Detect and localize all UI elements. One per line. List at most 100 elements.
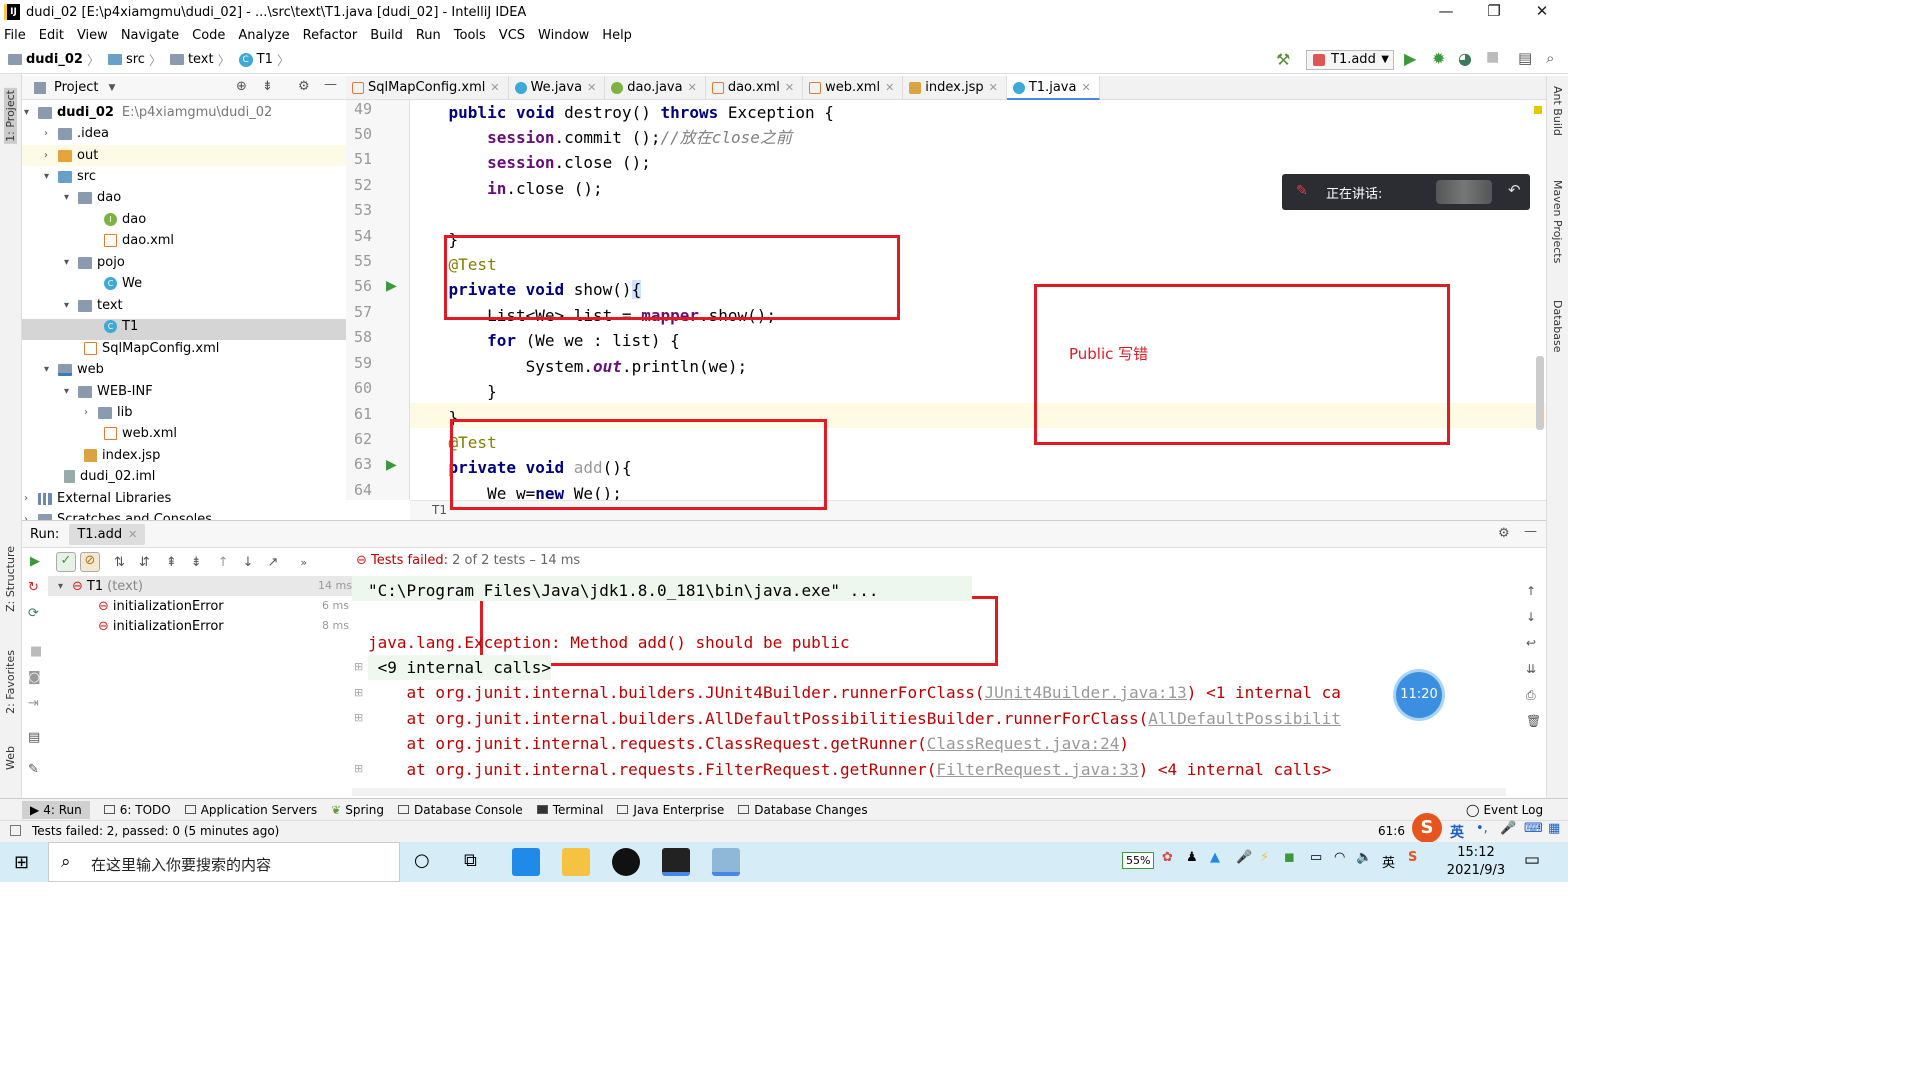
tree-item-dudi_02[interactable]: ▾ dudi_02 E:\p4xiamgmu\dudi_02: [24, 102, 272, 123]
tool-database-console[interactable]: Database Console: [397, 803, 523, 817]
tool-spring[interactable]: ❦ Spring: [331, 803, 384, 817]
collapse-all-icon[interactable]: ⇟: [262, 79, 273, 94]
notepad-app-icon[interactable]: [712, 848, 740, 876]
menu-help[interactable]: Help: [602, 28, 632, 43]
tab-t1-java[interactable]: T1.java ✕: [1006, 76, 1100, 100]
console-output[interactable]: "C:\Program Files\Java\jdk1.8.0_181\bin\…: [352, 576, 1506, 798]
print-icon[interactable]: ⎙: [1526, 688, 1536, 702]
hide-panel-icon[interactable]: —: [324, 77, 337, 92]
run-test-gutter-icon[interactable]: ▶: [386, 457, 397, 473]
tool-database-changes[interactable]: Database Changes: [738, 803, 868, 817]
editor-breadcrumb[interactable]: T1: [432, 503, 447, 517]
tree-item-web-inf[interactable]: ▾ WEB-INF: [64, 381, 153, 402]
close-tab-icon[interactable]: ✕: [989, 81, 998, 94]
close-tab-icon[interactable]: ✕: [128, 528, 137, 541]
menu-tools[interactable]: Tools: [454, 28, 486, 43]
coverage-icon[interactable]: ◕: [1458, 49, 1472, 68]
debug-bug-icon[interactable]: ✹: [1432, 49, 1445, 68]
wifi-icon[interactable]: ◠: [1334, 850, 1345, 865]
project-panel-title[interactable]: Project: [54, 80, 98, 95]
breadcrumb-project[interactable]: dudi_02 〉: [8, 50, 100, 69]
tool-todo[interactable]: 6: TODO: [103, 803, 171, 817]
run-tab-t1-add[interactable]: T1.add ✕: [69, 523, 146, 545]
tree-item-index-jsp[interactable]: index.jsp: [84, 445, 160, 466]
close-tab-icon[interactable]: ✕: [785, 81, 794, 94]
tray-feishu-icon[interactable]: ▲: [1210, 850, 1220, 865]
console-horizontal-scrollbar[interactable]: [352, 788, 1506, 796]
sogou-ime-icon[interactable]: S: [1412, 813, 1442, 843]
expand-icon[interactable]: ⊞: [354, 660, 363, 673]
expand-icon[interactable]: ⊞: [354, 711, 363, 724]
caret-position[interactable]: 61:6: [1378, 824, 1405, 838]
tray-battery-icon[interactable]: ▭: [1310, 850, 1322, 865]
console-line-internal-calls[interactable]: <9 internal calls>: [368, 655, 552, 680]
menu-run[interactable]: Run: [416, 28, 441, 43]
close-tab-icon[interactable]: ✕: [587, 81, 596, 94]
menu-vcs[interactable]: VCS: [499, 28, 525, 43]
tool-java-enterprise[interactable]: Java Enterprise: [617, 803, 724, 817]
cortana-icon[interactable]: ○: [414, 850, 430, 871]
gear-icon[interactable]: ⚙: [298, 79, 310, 94]
run-icon[interactable]: ▶: [1404, 49, 1416, 68]
search-icon[interactable]: ⌕: [1546, 49, 1554, 67]
source-link[interactable]: JUnit4Builder.java:13: [985, 683, 1187, 702]
structure-tool-button[interactable]: Z: Structure: [4, 546, 17, 612]
tree-item-dao-xml[interactable]: dao.xml: [104, 230, 174, 251]
database-tool-button[interactable]: Database: [1551, 300, 1564, 353]
web-tool-button[interactable]: Web: [4, 746, 17, 770]
previous-failed-icon[interactable]: ↑: [218, 555, 229, 570]
scroll-to-end-icon[interactable]: ⇊: [1526, 662, 1536, 676]
tab-index-jsp[interactable]: index.jsp ✕: [903, 76, 1007, 100]
tree-item-dao-package[interactable]: ▾ dao: [64, 187, 121, 208]
tab-dao-java[interactable]: dao.java ✕: [605, 76, 706, 100]
tray-bolt-icon[interactable]: ⚡: [1260, 850, 1269, 865]
tab-dao-xml[interactable]: dao.xml ✕: [706, 76, 804, 100]
grid-menu-icon[interactable]: ▦: [1548, 821, 1560, 836]
menu-file[interactable]: File: [4, 28, 26, 43]
menu-analyze[interactable]: Analyze: [238, 28, 289, 43]
down-arrow-icon[interactable]: ↓: [1526, 610, 1536, 624]
tray-app-icon[interactable]: ✿: [1162, 850, 1173, 865]
ant-build-tool-button[interactable]: Ant Build: [1551, 86, 1564, 136]
battery-percentage[interactable]: 55%: [1122, 852, 1155, 869]
tree-item-web-xml[interactable]: web.xml: [104, 423, 177, 444]
menu-refactor[interactable]: Refactor: [303, 28, 358, 43]
tab-we-java[interactable]: We.java ✕: [509, 76, 606, 100]
breadcrumb-text[interactable]: text 〉: [169, 50, 231, 69]
ime-language[interactable]: 英: [1450, 822, 1464, 842]
source-link[interactable]: ClassRequest.java:24: [927, 734, 1120, 753]
locate-icon[interactable]: ⊕: [236, 79, 247, 94]
tree-item-src[interactable]: ▾ src: [44, 166, 96, 187]
close-tab-icon[interactable]: ✕: [490, 81, 499, 94]
tree-item-scratches[interactable]: › Scratches and Consoles: [24, 509, 212, 520]
sort-duration-icon[interactable]: ⇵: [139, 555, 150, 570]
tool-terminal[interactable]: Terminal: [536, 803, 603, 817]
file-explorer-icon[interactable]: [562, 848, 590, 876]
feishu-app-icon[interactable]: [512, 848, 540, 876]
menu-build[interactable]: Build: [370, 28, 403, 43]
test-node-initialization-error[interactable]: ⊖ initializationError: [98, 596, 224, 617]
tree-item-sqlmapconfig[interactable]: SqlMapConfig.xml: [84, 338, 219, 359]
warning-marker[interactable]: [1534, 106, 1542, 114]
microphone-icon[interactable]: 🎤: [1500, 821, 1516, 836]
menu-window[interactable]: Window: [538, 28, 589, 43]
gear-icon[interactable]: ⚙: [1498, 526, 1510, 541]
close-button[interactable]: ✕: [1518, 0, 1566, 24]
tab-web-xml[interactable]: web.xml ✕: [803, 76, 904, 100]
tool-event-log[interactable]: ◯ Event Log: [1466, 803, 1543, 817]
breadcrumb-src[interactable]: src 〉: [107, 50, 162, 69]
tree-item-web[interactable]: ▾ web: [44, 359, 104, 380]
soft-wrap-icon[interactable]: ↩: [1526, 636, 1536, 650]
menu-navigate[interactable]: Navigate: [121, 28, 179, 43]
source-link[interactable]: AllDefaultPossibilit: [1148, 709, 1341, 728]
clock-time[interactable]: 15:12: [1450, 845, 1502, 860]
rerun-icon[interactable]: ▶: [30, 554, 40, 569]
menu-view[interactable]: View: [77, 28, 108, 43]
tree-item-out[interactable]: › out: [44, 145, 98, 166]
restore-button[interactable]: ❐: [1470, 0, 1518, 24]
tree-item-lib[interactable]: › lib: [84, 402, 132, 423]
status-toggle-icon[interactable]: [10, 825, 21, 836]
notification-icon[interactable]: ▭: [1524, 850, 1540, 870]
tray-nvidia-icon[interactable]: ◼: [1284, 850, 1295, 865]
hide-panel-icon[interactable]: —: [1524, 524, 1537, 539]
